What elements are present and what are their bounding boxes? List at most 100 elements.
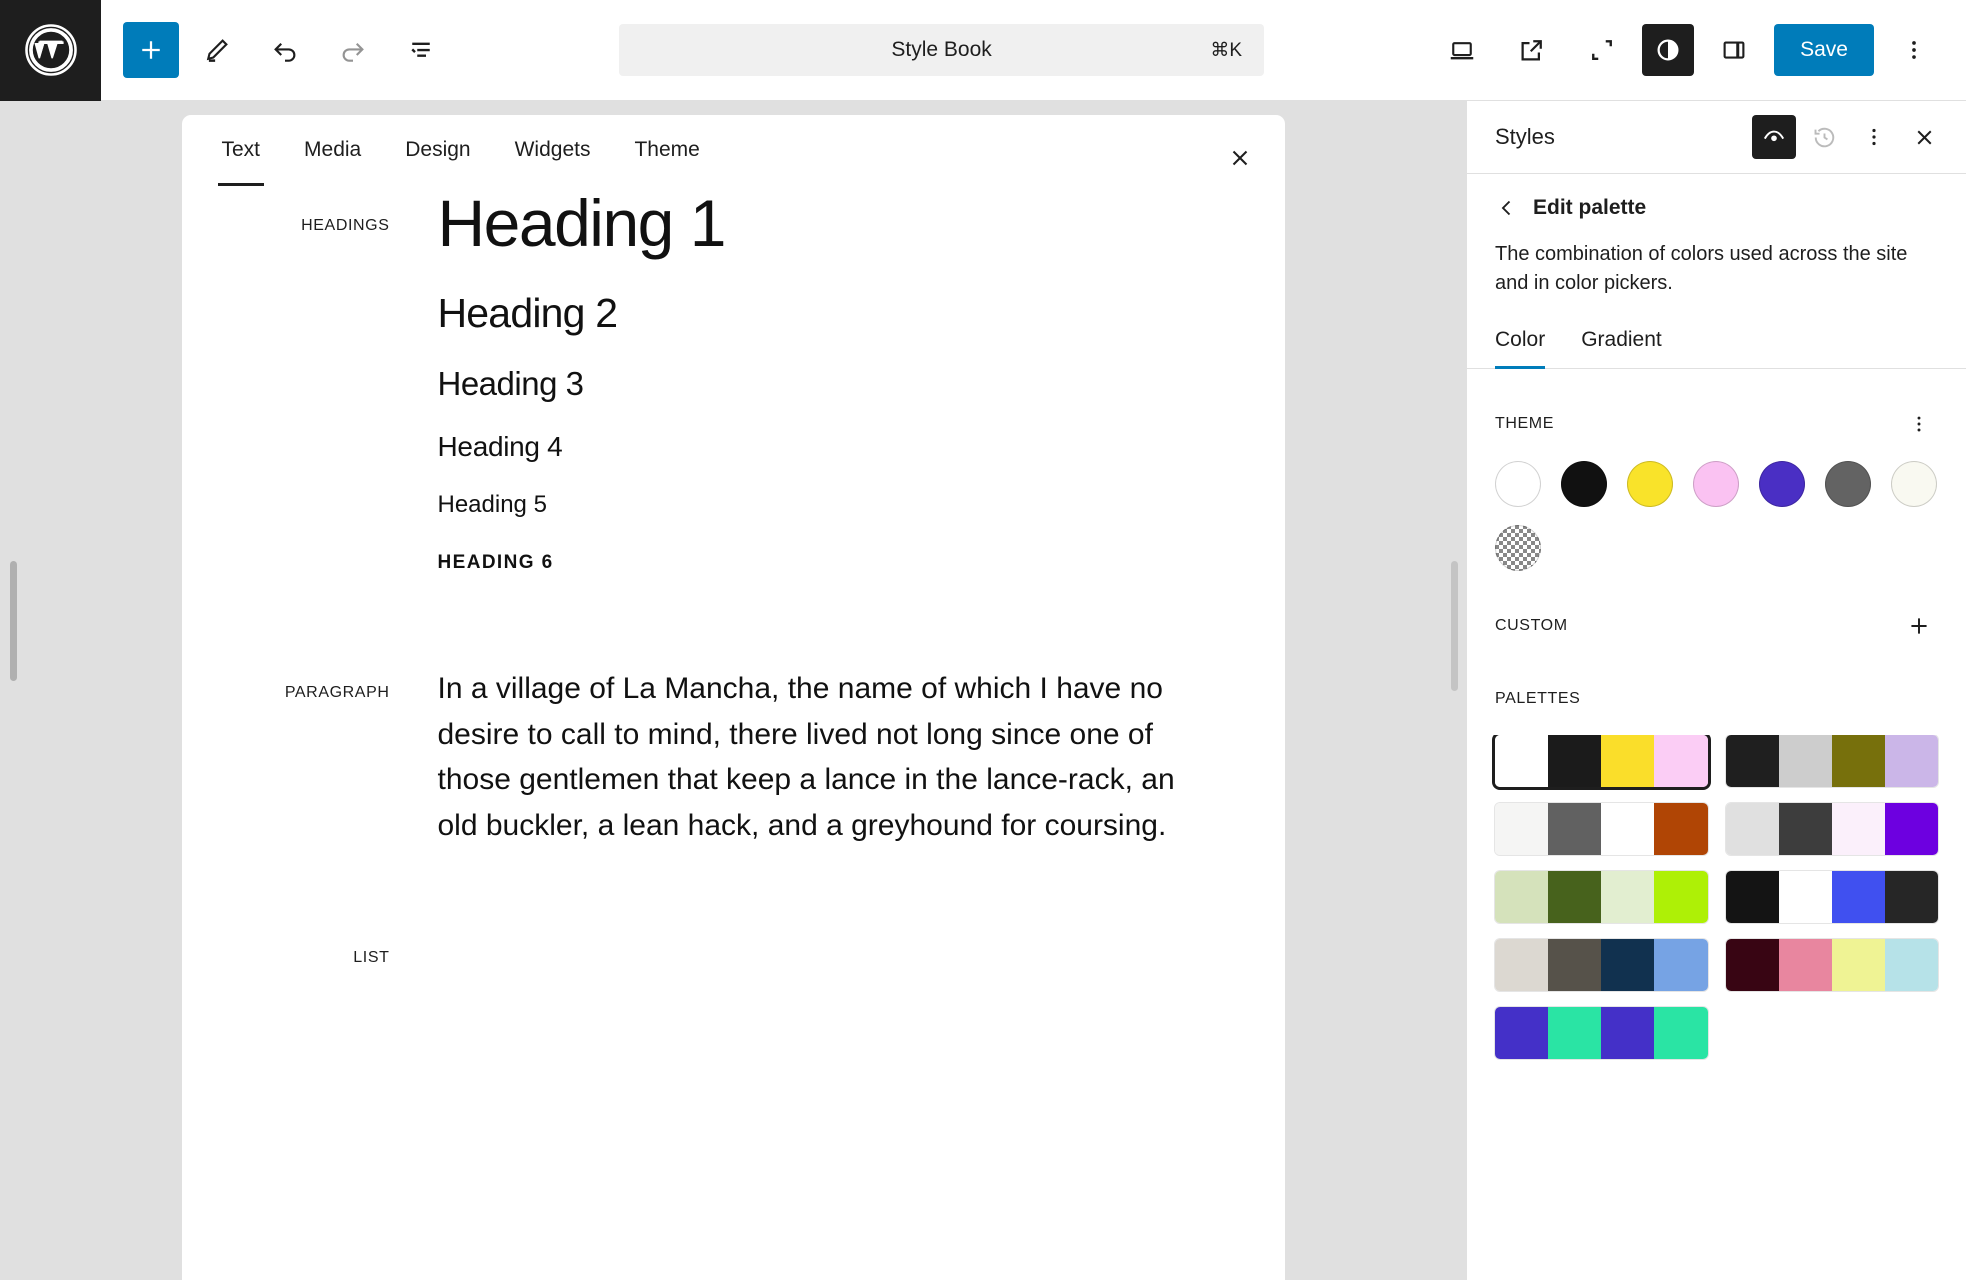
style-section-paragraph: PARAGRAPH In a village of La Mancha, the… <box>182 666 1241 848</box>
settings-sidebar-button[interactable] <box>1704 20 1764 80</box>
palette-color-stop <box>1725 803 1779 855</box>
palette-color-stop <box>1548 871 1602 923</box>
paragraph-examples: In a village of La Mancha, the name of w… <box>438 666 1241 848</box>
palette-option[interactable] <box>1495 735 1708 787</box>
palette-color-stop <box>1725 871 1779 923</box>
tab-text[interactable]: Text <box>200 115 283 186</box>
styles-sidebar: Styles Edit palette The combination of c… <box>1466 101 1966 1280</box>
tab-media[interactable]: Media <box>282 115 383 186</box>
save-button[interactable]: Save <box>1774 24 1874 76</box>
theme-color-swatch[interactable] <box>1825 461 1871 507</box>
theme-color-swatch[interactable] <box>1495 525 1541 571</box>
wordpress-logo-button[interactable] <box>0 0 101 101</box>
theme-color-swatch[interactable] <box>1561 461 1607 507</box>
theme-section-title: THEME <box>1495 415 1554 432</box>
styles-button[interactable] <box>1642 24 1695 76</box>
palette-color-stop <box>1654 1007 1708 1059</box>
list-view-icon <box>411 42 430 57</box>
theme-color-swatch[interactable] <box>1891 461 1937 507</box>
revisions-button[interactable] <box>1802 115 1846 159</box>
add-custom-color-button[interactable] <box>1900 607 1938 645</box>
styles-more-menu-button[interactable] <box>1852 115 1896 159</box>
laptop-icon <box>1450 42 1474 60</box>
palette-color-stop <box>1654 871 1708 923</box>
tab-color[interactable]: Color <box>1495 328 1563 369</box>
palette-color-stop <box>1601 939 1655 991</box>
edit-tool-button[interactable] <box>187 20 247 80</box>
command-bar[interactable]: Style Book ⌘K <box>619 24 1265 76</box>
device-preview-button[interactable] <box>1432 20 1492 80</box>
palette-color-stop <box>1884 803 1938 855</box>
palette-color-stop <box>1601 803 1655 855</box>
undo-button[interactable] <box>255 20 315 80</box>
style-book-scrollbar[interactable] <box>1451 561 1458 691</box>
color-type-tabs: Color Gradient <box>1467 328 1966 369</box>
zoom-out-button[interactable] <box>1572 20 1632 80</box>
sidebar-panel-icon <box>1723 41 1745 59</box>
palette-color-stop <box>1495 1007 1549 1059</box>
tab-gradient[interactable]: Gradient <box>1563 328 1680 368</box>
command-bar-shortcut: ⌘K <box>1210 39 1243 61</box>
style-section-headings: HEADINGS Heading 1 Heading 2 Heading 3 H… <box>182 187 1241 584</box>
editor-body: Text Media Design Widgets Theme HEADINGS <box>0 101 1966 1280</box>
palette-option[interactable] <box>1725 871 1938 923</box>
style-section-list: LIST <box>182 935 1241 967</box>
palette-color-stop <box>1725 735 1779 787</box>
palette-option[interactable] <box>1495 1007 1708 1059</box>
undo-icon <box>274 42 296 62</box>
palette-option[interactable] <box>1495 871 1708 923</box>
palette-color-stop <box>1884 871 1938 923</box>
palette-color-stop <box>1548 1007 1602 1059</box>
theme-color-swatch[interactable] <box>1627 461 1673 507</box>
section-label-list: LIST <box>353 948 390 966</box>
palette-option[interactable] <box>1725 735 1938 787</box>
palette-color-stop <box>1725 939 1779 991</box>
palette-option[interactable] <box>1495 939 1708 991</box>
close-icon <box>1917 130 1931 144</box>
list-view-button[interactable] <box>391 20 451 80</box>
editor-more-menu-button[interactable] <box>1884 20 1944 80</box>
section-label-headings: HEADINGS <box>301 217 390 234</box>
palettes-scroll-area[interactable] <box>1467 735 1966 1280</box>
palette-color-stop <box>1831 735 1885 787</box>
tab-design[interactable]: Design <box>383 115 492 186</box>
palette-color-stop <box>1778 803 1832 855</box>
custom-section-header: CUSTOM <box>1495 607 1938 645</box>
palette-color-stop <box>1831 939 1885 991</box>
canvas-left-scrollbar[interactable] <box>10 561 17 681</box>
wordpress-site-editor: Style Book ⌘K Save Text Media Design Wid… <box>0 0 1966 1280</box>
tab-theme[interactable]: Theme <box>612 115 721 186</box>
redo-icon <box>342 42 364 62</box>
theme-color-swatch[interactable] <box>1759 461 1805 507</box>
edit-palette-title: Edit palette <box>1533 196 1647 219</box>
palette-option[interactable] <box>1725 939 1938 991</box>
headings-examples: Heading 1 Heading 2 Heading 3 Heading 4 … <box>438 187 1241 584</box>
redo-button[interactable] <box>323 20 383 80</box>
wordpress-logo-icon <box>24 24 77 76</box>
close-styles-button[interactable] <box>1902 115 1946 159</box>
theme-section-menu-button[interactable] <box>1900 405 1938 443</box>
palette-color-stop <box>1495 735 1549 787</box>
pencil-icon <box>206 39 228 62</box>
style-book-toggle-button[interactable] <box>1752 115 1796 159</box>
palette-color-stop <box>1778 939 1832 991</box>
heading-3-sample: Heading 3 <box>437 364 584 402</box>
options-icon <box>1917 416 1921 432</box>
back-to-colors-button[interactable]: Edit palette <box>1495 196 1938 220</box>
palette-color-stop <box>1495 939 1549 991</box>
plus-icon <box>1911 618 1927 634</box>
contrast-circle-icon <box>1657 39 1679 61</box>
heading-5-sample: Heading 5 <box>437 490 547 518</box>
theme-color-swatch[interactable] <box>1693 461 1739 507</box>
tab-widgets[interactable]: Widgets <box>493 115 613 186</box>
palette-color-stop <box>1654 939 1708 991</box>
palette-option[interactable] <box>1725 803 1938 855</box>
palette-color-stop <box>1495 871 1549 923</box>
theme-color-swatches <box>1495 461 1938 571</box>
add-block-button[interactable] <box>123 22 179 78</box>
palette-option[interactable] <box>1495 803 1708 855</box>
close-style-book-button[interactable] <box>1219 137 1261 179</box>
theme-section-header: THEME <box>1495 405 1938 443</box>
view-site-button[interactable] <box>1502 20 1562 80</box>
theme-color-swatch[interactable] <box>1495 461 1541 507</box>
